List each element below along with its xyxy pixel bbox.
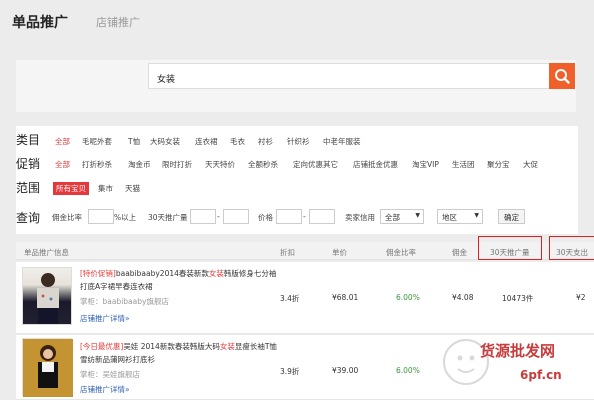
product-title[interactable]: [特价促销]baabibaaby2014春装新款女装韩版修身七分袖打底A字裙早春…: [80, 267, 280, 293]
promo-label: 促销: [16, 157, 41, 171]
price-max-input[interactable]: [309, 209, 335, 224]
promo-option[interactable]: 定向优惠其它: [293, 159, 338, 170]
seller-credit-value: 全部: [385, 213, 400, 222]
category-option[interactable]: 毛衣: [230, 136, 245, 147]
search-input[interactable]: 女装: [148, 63, 550, 89]
shop-detail-link[interactable]: 店铺推广详情»: [80, 313, 130, 324]
commission-rate-label: 佣金比率: [52, 213, 82, 222]
category-option[interactable]: 针织衫: [287, 136, 310, 147]
spend30-cell: ¥2: [576, 293, 586, 302]
product-title[interactable]: [今日最优惠]吴娃 2014新款春装韩版大码女装显瘦长袖T恤雪纺新品蒲网衫打底衫: [80, 340, 280, 366]
col-header-discount[interactable]: 折扣: [280, 247, 295, 258]
price-cell: ¥39.00: [332, 366, 359, 375]
seller-name: 掌柜：吴娃旗舰店: [80, 370, 140, 379]
product-image[interactable]: [22, 338, 73, 397]
col-header-price[interactable]: 单价: [332, 247, 347, 258]
commission-cell: ¥4.08: [452, 293, 474, 302]
category-option[interactable]: 连衣裙: [195, 136, 218, 147]
promo30-cell: 10473件: [502, 294, 534, 303]
region-value: 地区: [442, 213, 457, 222]
search-button[interactable]: [549, 63, 575, 89]
search-icon: [555, 69, 570, 84]
watermark-text: 货源批发网: [480, 342, 556, 360]
tab-single-promo[interactable]: 单品推广: [12, 12, 68, 32]
category-label: 类目: [16, 133, 41, 147]
promo-option[interactable]: 生活团: [452, 159, 475, 170]
watermark-url: 6pf.cn: [520, 368, 562, 382]
rate-cell: 6.00%: [396, 293, 420, 302]
seller-credit-label: 卖家信用: [345, 213, 375, 222]
range-dash: -: [303, 212, 306, 221]
scope-option-selected[interactable]: 所有宝贝: [53, 182, 89, 195]
rate-cell: 6.00%: [396, 366, 420, 375]
promo-option[interactable]: 全额秒杀: [248, 159, 278, 170]
confirm-button[interactable]: 确定: [498, 209, 525, 224]
query-label: 查询: [16, 211, 41, 225]
promo-option[interactable]: 打折秒杀: [82, 159, 112, 170]
promo-option[interactable]: 店铺抵金优惠: [353, 159, 398, 170]
region-select[interactable]: 地区 ▼: [437, 209, 483, 224]
price-label: 价格: [258, 213, 273, 222]
scope-option[interactable]: 集市: [98, 183, 113, 194]
commission-rate-input[interactable]: [88, 209, 114, 224]
scope-label: 范围: [16, 181, 41, 195]
col-header-info: 单品推广信息: [24, 248, 69, 257]
category-option[interactable]: 毛呢外套: [82, 136, 112, 147]
category-option[interactable]: 中老年服装: [323, 136, 361, 147]
tab-shop-promo[interactable]: 店铺推广: [96, 14, 140, 30]
promo-option[interactable]: 淘金币: [128, 159, 151, 170]
promo-option[interactable]: 淘宝VIP: [412, 159, 439, 170]
category-option[interactable]: 大码女装: [150, 136, 180, 147]
col-header-rate[interactable]: 佣金比率: [386, 247, 416, 258]
product-image[interactable]: [22, 267, 72, 325]
promo30-max-input[interactable]: [223, 209, 249, 224]
price-min-input[interactable]: [276, 209, 302, 224]
promo-option[interactable]: 全部: [55, 159, 70, 170]
promo-option[interactable]: 聚分宝: [487, 159, 510, 170]
scope-option[interactable]: 天猫: [125, 183, 140, 194]
promo30-min-input[interactable]: [190, 209, 216, 224]
range-dash: -: [217, 212, 220, 221]
watermark: 货源批发网 6pf.cn: [440, 332, 590, 398]
category-option[interactable]: T恤: [128, 136, 140, 147]
highlight-box: [478, 236, 542, 260]
discount-cell: 3.4折: [280, 294, 300, 303]
discount-cell: 3.9折: [280, 367, 300, 376]
chevron-down-icon: ▼: [415, 212, 420, 219]
shop-detail-link[interactable]: 店铺推广详情»: [80, 384, 130, 395]
promo30-label: 30天推广量: [148, 213, 188, 222]
promo-option[interactable]: 天天特价: [205, 159, 235, 170]
promo-option[interactable]: 大促: [523, 159, 538, 170]
chevron-down-icon: ▼: [474, 212, 479, 219]
col-header-commission[interactable]: 佣金: [452, 247, 467, 258]
price-cell: ¥68.01: [332, 293, 359, 302]
highlight-box: [549, 236, 594, 260]
category-option[interactable]: 衬衫: [258, 136, 273, 147]
seller-name: 掌柜：baabibaaby旗舰店: [80, 297, 169, 306]
promo-option[interactable]: 限时打折: [162, 159, 192, 170]
category-option[interactable]: 全部: [55, 136, 70, 147]
seller-credit-select[interactable]: 全部 ▼: [380, 209, 424, 224]
pct-suffix: %以上: [114, 213, 137, 222]
